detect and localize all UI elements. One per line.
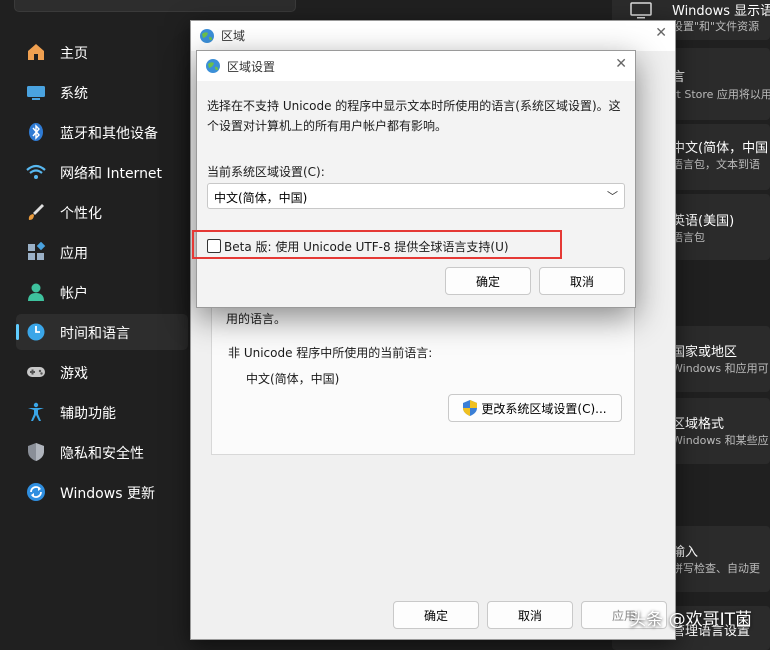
nav-item-system[interactable]: 系统 <box>16 74 188 110</box>
current-locale-select[interactable]: 中文(简体，中国) ﹀ <box>207 183 625 209</box>
wifi-icon <box>26 162 46 182</box>
apps-icon <box>26 242 46 262</box>
card-title: 中文(简体，中国 <box>672 141 769 156</box>
gamepad-icon <box>26 362 46 382</box>
nav-item-label: 应用 <box>60 246 88 262</box>
current-locale-label: 当前系统区域设置(C): <box>207 165 325 179</box>
nav-item-time-language[interactable]: 时间和语言 <box>16 314 188 350</box>
close-icon[interactable]: ✕ <box>615 56 627 72</box>
card-title: 国家或地区 <box>672 345 738 360</box>
nav-item-gaming[interactable]: 游戏 <box>16 354 188 390</box>
nav-item-windows-update[interactable]: Windows 更新 <box>16 474 188 510</box>
card-subtitle: Windows 和应用可 <box>672 362 769 375</box>
nav-item-label: 游戏 <box>60 366 88 382</box>
locale-ok-button[interactable]: 确定 <box>445 267 531 295</box>
annotation-highlight-box <box>192 230 562 259</box>
non-unicode-label: 非 Unicode 程序中所使用的当前语言: <box>228 346 433 360</box>
chevron-down-icon: ﹀ <box>607 190 618 203</box>
active-indicator <box>16 324 19 340</box>
clock-globe-icon <box>26 322 46 342</box>
nav-item-label: 网络和 Internet <box>60 166 163 182</box>
card-subtitle: rt Store 应用将以用 <box>672 88 770 101</box>
region-ok-button[interactable]: 确定 <box>393 601 479 629</box>
card-subtitle: 设置"和"文件资源 <box>672 20 760 33</box>
region-dialog-titlebar[interactable]: 区域 ✕ <box>191 21 675 51</box>
nav-item-label: Windows 更新 <box>60 486 155 502</box>
region-dialog-title: 区域 <box>221 29 246 43</box>
card-title: 英语(美国) <box>672 214 735 229</box>
locale-settings-dialog: 区域设置 ✕ 选择在不支持 Unicode 的程序中显示文本时所使用的语言(系统… <box>196 50 636 308</box>
nav-item-label: 蓝牙和其他设备 <box>60 126 158 142</box>
change-system-locale-button[interactable]: 更改系统区域设置(C)... <box>448 394 622 422</box>
globe-icon <box>199 28 215 44</box>
nav-item-label: 帐户 <box>60 286 88 302</box>
nav-item-label: 个性化 <box>60 206 102 222</box>
close-icon[interactable]: ✕ <box>655 25 667 41</box>
home-icon <box>26 42 46 62</box>
bluetooth-icon <box>26 122 46 142</box>
card-title: Windows 显示语 <box>672 4 770 19</box>
nav-item-label: 主页 <box>60 46 88 62</box>
settings-search-box[interactable] <box>14 0 296 12</box>
current-locale-value: 中文(简体，中国) <box>214 191 308 205</box>
partial-description-text: 用的语言。 <box>226 312 287 326</box>
uac-shield-icon <box>463 400 478 416</box>
change-system-locale-label: 更改系统区域设置(C)... <box>481 401 607 416</box>
nav-item-home[interactable]: 主页 <box>16 34 188 70</box>
account-icon <box>26 282 46 302</box>
brush-icon <box>26 202 46 222</box>
nav-item-label: 系统 <box>60 86 88 102</box>
system-icon <box>26 82 46 102</box>
nav-item-network[interactable]: 网络和 Internet <box>16 154 188 190</box>
nav-item-label: 隐私和安全性 <box>60 446 144 462</box>
shield-icon <box>26 442 46 462</box>
globe-icon <box>205 58 221 74</box>
card-subtitle: 语言包 <box>672 231 705 244</box>
locale-dialog-titlebar[interactable]: 区域设置 ✕ <box>197 51 635 81</box>
locale-description-line1: 选择在不支持 Unicode 的程序中显示文本时所使用的语言(系统区域设置)。这 <box>207 99 621 113</box>
card-subtitle: Windows 和某些应 <box>672 434 769 447</box>
locale-description-line2: 个设置对计算机上的所有用户帐户都有影响。 <box>207 119 448 133</box>
nav-item-privacy[interactable]: 隐私和安全性 <box>16 434 188 470</box>
update-icon <box>26 482 46 502</box>
locale-cancel-button[interactable]: 取消 <box>539 267 625 295</box>
watermark-text: 头条 @欢哥IT菌 <box>629 610 752 630</box>
nav-item-accounts[interactable]: 帐户 <box>16 274 188 310</box>
nav-item-label: 时间和语言 <box>60 326 130 342</box>
locale-dialog-title: 区域设置 <box>227 60 276 74</box>
card-subtitle: 语言包，文本到语 <box>672 158 760 171</box>
nav-item-label: 辅助功能 <box>60 406 116 422</box>
accessibility-icon <box>26 402 46 422</box>
settings-nav: 主页 系统 蓝牙和其他设备 网络和 Internet 个性化 应用 帐户 时间和… <box>0 0 296 646</box>
nav-item-accessibility[interactable]: 辅助功能 <box>16 394 188 430</box>
nav-item-bluetooth[interactable]: 蓝牙和其他设备 <box>16 114 188 150</box>
nav-item-apps[interactable]: 应用 <box>16 234 188 270</box>
current-system-language: 中文(简体，中国) <box>246 372 340 386</box>
card-subtitle: 拼写检查、自动更 <box>672 562 760 575</box>
nav-item-personalization[interactable]: 个性化 <box>16 194 188 230</box>
card-title: 区域格式 <box>672 417 725 432</box>
region-cancel-button[interactable]: 取消 <box>487 601 573 629</box>
